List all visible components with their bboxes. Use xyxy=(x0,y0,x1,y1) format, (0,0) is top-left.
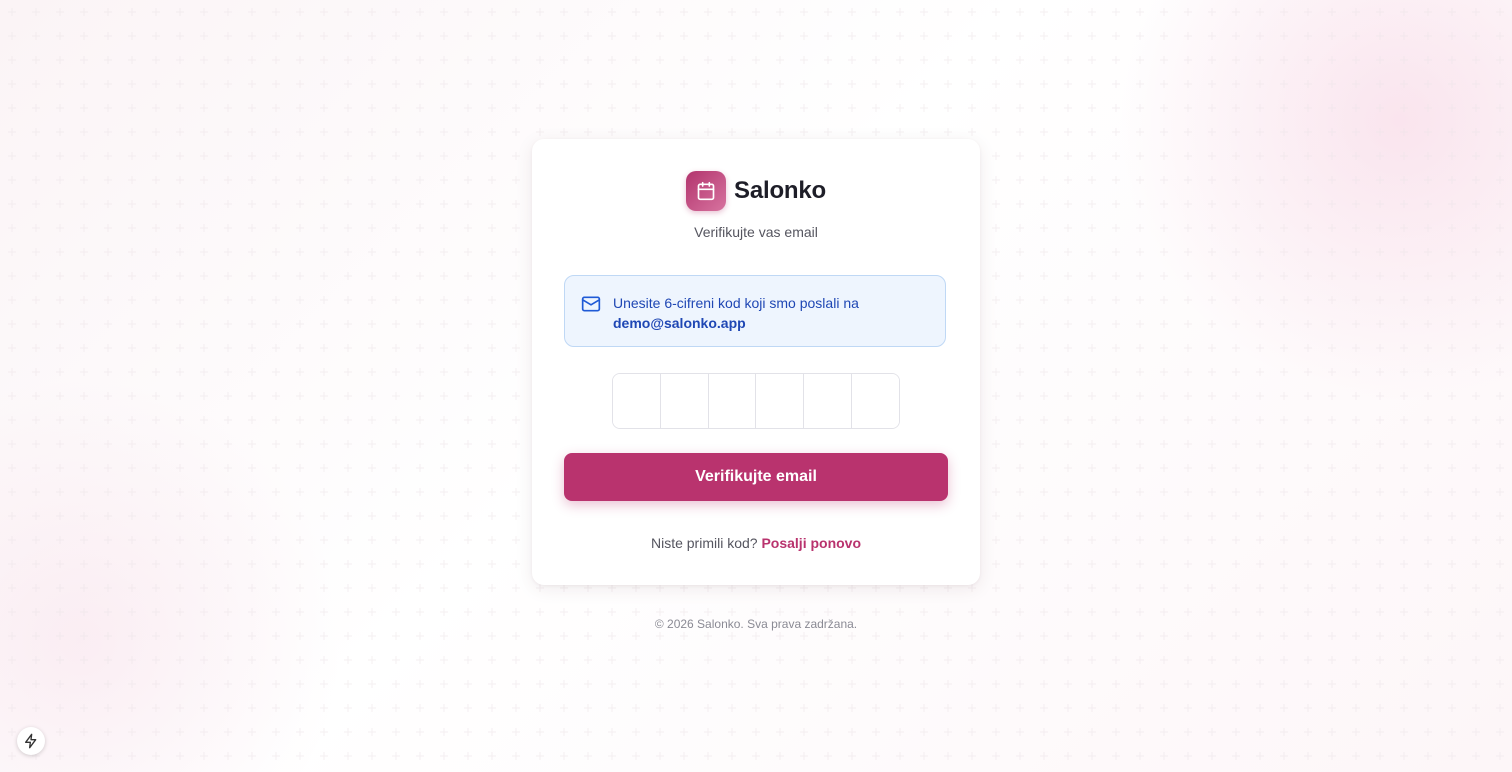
brand-name: Salonko xyxy=(734,177,826,204)
otp-digit-3[interactable] xyxy=(708,374,757,428)
otp-input-group xyxy=(612,373,900,429)
brand-header: Salonko xyxy=(532,171,980,211)
mail-icon xyxy=(581,296,601,312)
info-message: Unesite 6-cifreni kod koji smo poslali n… xyxy=(613,293,859,346)
resend-link[interactable]: Posalji ponovo xyxy=(761,535,861,551)
otp-digit-6[interactable] xyxy=(852,374,899,428)
otp-digit-5[interactable] xyxy=(804,374,853,428)
calendar-icon xyxy=(697,181,715,201)
brand-logo xyxy=(686,171,727,211)
verify-email-card: Salonko Verifikujte vas email Unesite 6-… xyxy=(532,139,980,585)
lightning-icon xyxy=(25,733,37,749)
footer-copyright: © 2026 Salonko. Sva prava zadržana. xyxy=(654,617,858,631)
page-subtitle: Verifikujte vas email xyxy=(694,224,818,240)
info-alert: Unesite 6-cifreni kod koji smo poslali n… xyxy=(564,275,946,347)
info-message-text: Unesite 6-cifreni kod koji smo poslali n… xyxy=(613,295,859,311)
dev-tools-button[interactable] xyxy=(17,727,45,755)
resend-prompt: Niste primili kod? xyxy=(650,535,758,551)
otp-digit-1[interactable] xyxy=(613,374,661,428)
otp-digit-2[interactable] xyxy=(660,374,709,428)
verify-email-button[interactable]: Verifikujte email xyxy=(564,453,948,501)
resend-row: Niste primili kod? Posalji ponovo xyxy=(532,535,980,551)
otp-digit-4[interactable] xyxy=(756,374,805,428)
info-email: demo@salonko.app xyxy=(613,315,746,331)
